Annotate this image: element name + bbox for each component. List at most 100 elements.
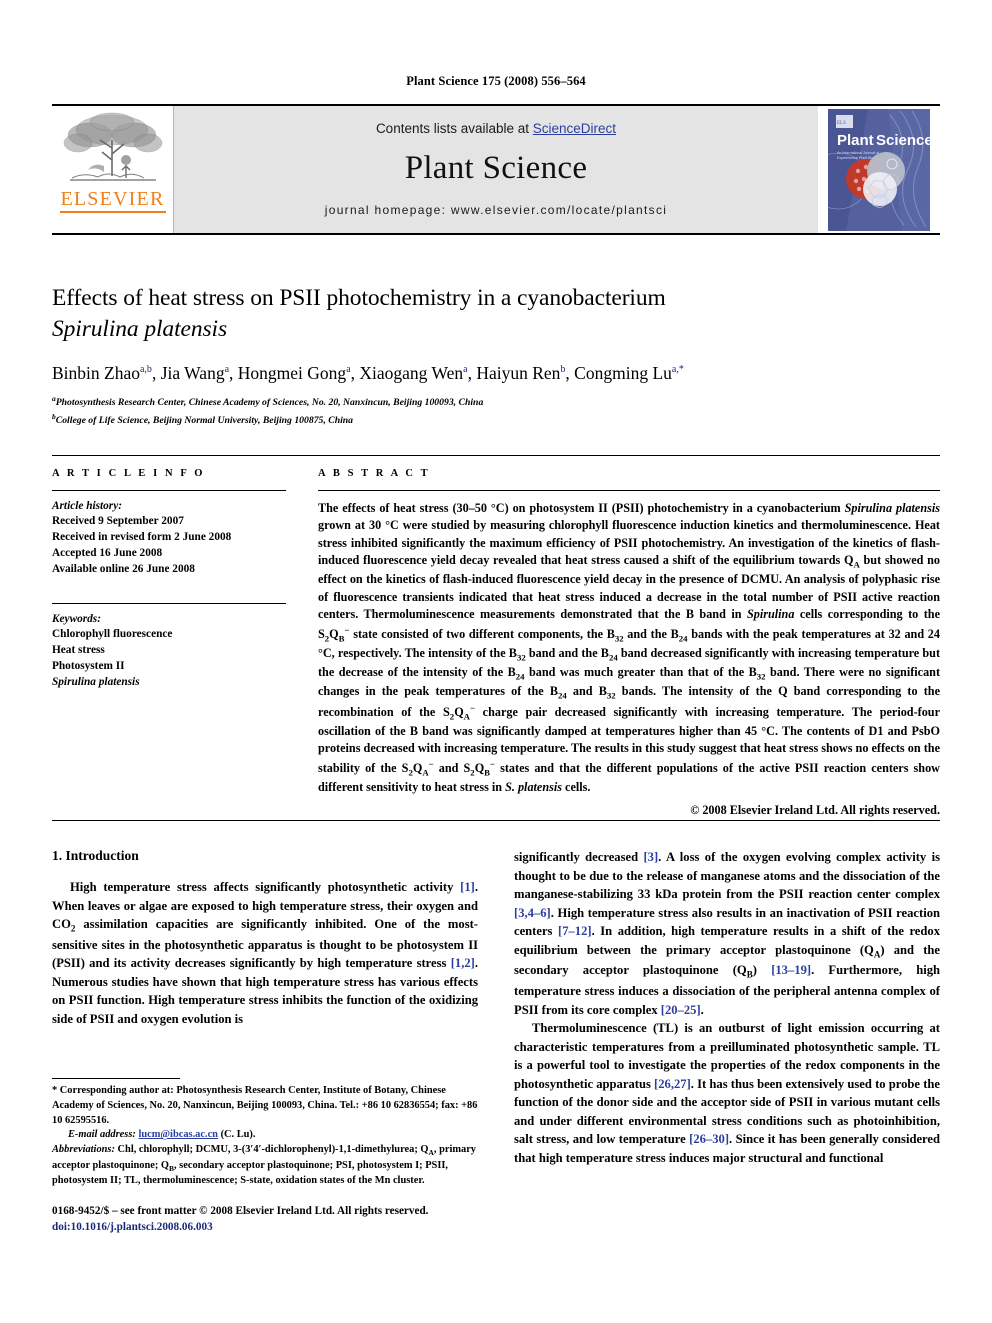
author-affil-mark: b <box>560 363 566 375</box>
divider <box>52 603 286 605</box>
corresponding-author-note: * Corresponding author at: Photosynthesi… <box>52 1084 478 1128</box>
contents-available-line: Contents lists available at ScienceDirec… <box>376 121 616 136</box>
species-name: Spirulina <box>746 607 795 622</box>
journal-homepage-line[interactable]: journal homepage: www.elsevier.com/locat… <box>325 203 667 217</box>
abstract-fragment: grown at 30 °C were studied by measuring… <box>318 518 940 568</box>
right-column: significantly decreased [3]. A loss of t… <box>514 848 940 1248</box>
abstract-fragment: and B <box>566 683 607 698</box>
text-fragment: . <box>700 1002 704 1017</box>
citation-link[interactable]: [7–12] <box>558 924 592 938</box>
svg-text:Plant: Plant <box>837 132 874 149</box>
citation-link[interactable]: [20–25] <box>661 1003 701 1017</box>
article-title-line2: Spirulina platensis <box>52 316 228 343</box>
abstract-fragment: cells. <box>562 779 591 794</box>
author-affil-mark: a <box>346 363 351 375</box>
author[interactable]: Hongmei Gonga <box>238 363 351 383</box>
species-name: S. platensis <box>505 779 562 794</box>
subscript: 2 <box>449 711 455 722</box>
article-info-heading: A R T I C L E I N F O <box>52 468 206 479</box>
journal-band: Contents lists available at ScienceDirec… <box>174 106 818 233</box>
citation-link[interactable]: [3,4–6] <box>514 906 551 920</box>
section-title-introduction: 1. Introduction <box>52 848 139 863</box>
subscript: 32 <box>516 652 526 663</box>
citation-link[interactable]: [26,27] <box>654 1077 691 1091</box>
citation-link[interactable]: [1,2] <box>451 956 475 970</box>
article-title-line1: Effects of heat stress on PSII photochem… <box>52 285 666 311</box>
text-fragment: ) <box>752 963 772 978</box>
keyword: Chlorophyll fluorescence <box>52 628 173 641</box>
elsevier-wordmark: ELSEVIER <box>60 188 165 210</box>
subscript: 2 <box>470 767 475 778</box>
abstract-fragment: band was much greater than that of the B <box>524 664 757 679</box>
abstract-heading: A B S T R A C T <box>318 468 431 479</box>
journal-title: Plant Science <box>404 149 588 186</box>
author-affil-mark: a,* <box>671 363 684 375</box>
author-name: Congming Lu <box>574 362 672 383</box>
citation-link[interactable]: [13–19] <box>771 963 811 977</box>
email-note: E-mail address: lucm@ibcas.ac.cn (C. Lu)… <box>52 1128 478 1143</box>
abstract-copyright: © 2008 Elsevier Ireland Ltd. All rights … <box>690 803 940 818</box>
journal-cover-image: ELS Plant Science An International Journ… <box>828 108 930 231</box>
footnote-block: * Corresponding author at: Photosynthesi… <box>52 1078 478 1189</box>
running-head: Plant Science 175 (2008) 556–564 <box>406 74 586 88</box>
email-link[interactable]: lucm@ibcas.ac.cn <box>138 1129 218 1140</box>
author-affil-mark: a,b <box>139 363 152 375</box>
svg-text:An International Journal of: An International Journal of <box>837 151 879 155</box>
article-history-heading: Article history: <box>52 500 122 512</box>
subscript: 32 <box>606 690 616 701</box>
abstract-fragment: states and that the different population… <box>318 760 940 794</box>
article-info-column: A R T I C L E I N F O Article history: R… <box>52 468 306 818</box>
intro-paragraph-right-2: Thermoluminescence (TL) is an outburst o… <box>514 1019 940 1167</box>
text-fragment: High temperature stress affects signific… <box>70 880 461 894</box>
citation-link[interactable]: [3] <box>643 850 658 864</box>
author-affil-mark: a <box>224 363 230 375</box>
author-name: Xiaogang Wen <box>359 362 464 383</box>
subscript: 24 <box>608 652 618 663</box>
subscript: 24 <box>678 633 688 644</box>
citation-link[interactable]: [26–30] <box>689 1132 729 1146</box>
abstract-column: A B S T R A C T The effects of heat stre… <box>306 468 940 818</box>
citation-link[interactable]: [1] <box>460 880 475 894</box>
journal-cover-thumbnail[interactable]: ELS Plant Science An International Journ… <box>818 106 940 233</box>
sciencedirect-link[interactable]: ScienceDirect <box>533 121 616 136</box>
affiliation-text: College of Life Science, Beijing Normal … <box>55 415 354 427</box>
author-affil-mark: a <box>463 363 468 375</box>
text-fragment: significantly decreased <box>514 850 644 864</box>
keyword: Heat stress <box>52 644 105 657</box>
text-fragment: assimilation capacities are significantl… <box>52 917 478 971</box>
affiliation: aPhotosynthesis Research Center, Chinese… <box>52 394 940 410</box>
abbreviations-note: Abbreviations: Chl, chlorophyll; DCMU, 3… <box>52 1143 478 1189</box>
elsevier-rule <box>59 211 166 213</box>
species-name: Spirulina platensis <box>844 501 940 515</box>
history-item: Available online 26 June 2008 <box>52 563 195 576</box>
author[interactable]: Binbin Zhaoa,b <box>52 363 152 383</box>
author[interactable]: Xiaogang Wena <box>359 363 467 383</box>
elsevier-tree-icon <box>63 112 162 181</box>
subscript: 2 <box>408 767 413 778</box>
subscript: 32 <box>756 671 766 682</box>
doi-line[interactable]: doi:10.1016/j.plantsci.2008.06.003 <box>52 1219 652 1235</box>
divider <box>52 820 940 821</box>
imprint-block: 0168-9452/$ – see front matter © 2008 El… <box>52 1203 652 1235</box>
keywords-heading: Keywords: <box>52 613 101 626</box>
page-title: Effects of heat stress on PSII photochem… <box>52 283 940 346</box>
abstract-fragment: band and the B <box>525 645 609 660</box>
author[interactable]: Jia Wanga <box>161 363 229 383</box>
title-block: Effects of heat stress on PSII photochem… <box>52 283 940 429</box>
text-fragment: * Corresponding author at: Photosynthesi… <box>52 1085 478 1126</box>
subscript: 24 <box>515 671 525 682</box>
affiliation-text: Photosynthesis Research Center, Chinese … <box>55 397 484 409</box>
author-list: Binbin Zhaoa,b, Jia Wanga, Hongmei Gonga… <box>52 362 684 383</box>
history-item: Received in revised form 2 June 2008 <box>52 531 232 544</box>
subscript: A <box>422 767 429 778</box>
divider <box>52 490 286 491</box>
author[interactable]: Congming Lua,* <box>574 363 684 383</box>
subscript: 24 <box>557 690 567 701</box>
divider <box>318 490 940 491</box>
contents-prefix: Contents lists available at <box>375 120 533 136</box>
affiliation: bCollege of Life Science, Beijing Normal… <box>52 412 940 428</box>
subscript: B <box>338 633 345 644</box>
author[interactable]: Haiyun Renb <box>476 363 565 383</box>
keyword: Photosystem II <box>52 660 125 673</box>
issn-copyright-line: 0168-9452/$ – see front matter © 2008 El… <box>52 1205 429 1217</box>
